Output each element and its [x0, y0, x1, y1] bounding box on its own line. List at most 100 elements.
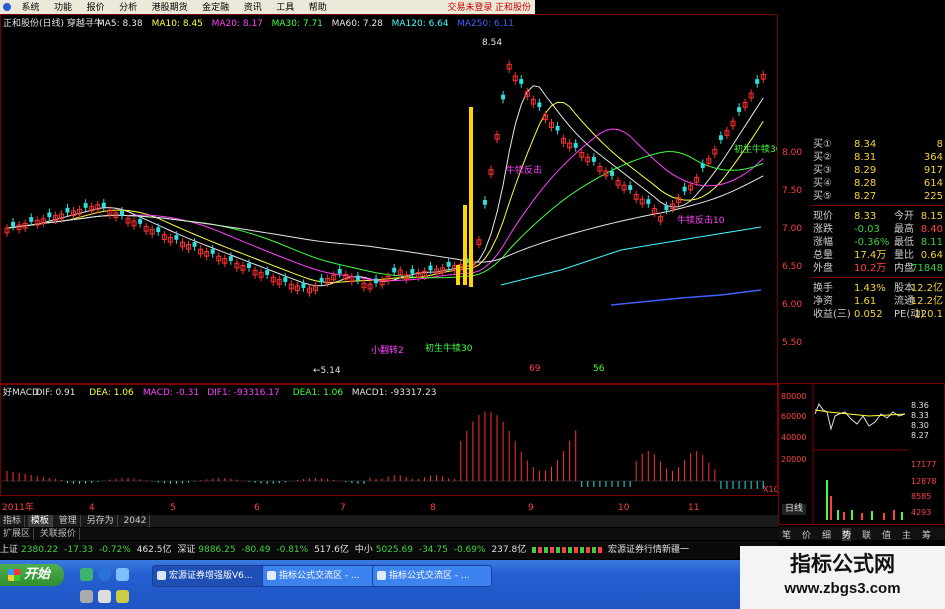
price-tick: 5.50 [782, 338, 802, 348]
menu-item-hk-futures[interactable]: 港股期货 [146, 0, 194, 14]
macd-legend-item: DIF1: -93316.17 [207, 388, 280, 398]
annotation-calf-counter: 牛犊反击 [506, 164, 542, 176]
start-button[interactable]: 开始 [0, 564, 64, 586]
tab-manage[interactable]: 管理 [56, 515, 81, 527]
macd-legend-item: 好MACD [3, 386, 39, 398]
date-tick: 5 [170, 503, 176, 513]
stat-row-net-assets: 净资 1.61 流通 12.2亿 [813, 296, 943, 307]
intraday-right-tick: 8.36 [911, 401, 929, 410]
date-tick: 4 [89, 503, 95, 513]
intraday-chart[interactable]: 80000 60000 40000 20000 8.36 8.33 8.30 8… [779, 384, 944, 524]
sz-index-amount: 517.6亿 [314, 545, 349, 555]
sh-index-amount: 462.5亿 [136, 545, 172, 555]
date-tick: 8 [430, 503, 436, 513]
taskbar-item-forum-2[interactable]: 指标公式交流区 - ... [372, 565, 492, 587]
quicklaunch-icon-5[interactable] [98, 590, 111, 603]
tab-indicator[interactable]: 指标 [0, 515, 26, 527]
sh-index-change: -17.33 [64, 545, 94, 555]
windows-logo-icon [8, 569, 20, 581]
menu-item-analysis[interactable]: 分析 [113, 0, 143, 14]
price-tick: 6.00 [782, 300, 802, 310]
ma-legend-item: MA60: 7.28 [332, 19, 384, 29]
tab-extension-area[interactable]: 扩展区 [0, 528, 35, 540]
price-axis: 8.00 7.50 7.00 6.50 6.00 5.50 [782, 148, 802, 348]
menu-item-help[interactable]: 帮助 [303, 0, 333, 14]
bid-row-1: 买① 8.34 8 [813, 139, 943, 150]
quicklaunch-icon-6[interactable] [116, 590, 129, 603]
intraday-left-tick: 20000 [781, 455, 806, 464]
sme-index-amount: 237.8亿 [491, 545, 527, 555]
price-tick: 6.50 [782, 262, 802, 272]
index-status-bar: 上证 2380.22 -17.33 -0.72% 462.5亿 深证 9886.25… [0, 541, 778, 559]
date-tick: 2011年 [2, 501, 34, 513]
menu-item-function[interactable]: 功能 [48, 0, 78, 14]
high-price-marker: 8.54 [482, 38, 502, 48]
taskbar-item-forum-1[interactable]: 指标公式交流区 - ... [262, 565, 382, 587]
tab-trend[interactable]: 势 [842, 528, 852, 541]
intraday-right-tick: 8.27 [911, 431, 929, 440]
login-status[interactable]: 交易未登录 正和股份 [447, 0, 531, 13]
tab-ticks[interactable]: 笔 [782, 528, 791, 541]
watermark-title: 指标公式网 [790, 552, 895, 576]
intraday-vol-tick: 12878 [911, 477, 936, 486]
news-ticker[interactable]: 宏源证券行情新疆一 [608, 545, 689, 555]
intraday-right-tick: 8.33 [911, 411, 929, 420]
ma-legend-item: MA10: 8.45 [152, 19, 203, 29]
date-tick: 6 [254, 503, 260, 513]
macd-legend-item: MACD1: -93317.23 [352, 388, 437, 398]
date-tick: 7 [340, 503, 346, 513]
tab-save-as[interactable]: 另存为 [84, 515, 118, 527]
stat-row-outer: 外盘 10.2万 内盘 71848 [813, 263, 943, 274]
quicklaunch-icon-4[interactable] [80, 590, 93, 603]
macd-histogram [6, 411, 764, 489]
intraday-left-tick: 40000 [781, 433, 806, 442]
bar-count-69: 69 [529, 364, 541, 374]
indicator-tabs: 指标 模板 管理 另存为 2042 [0, 515, 778, 527]
menu-item-quote[interactable]: 报价 [81, 0, 111, 14]
bid-row-5: 买⑤ 8.27 225 [813, 191, 943, 202]
tab-related-quotes[interactable]: 关联报价 [37, 528, 80, 540]
stat-row-eps: 收益(三) 0.052 PE(动) 120.1 [813, 309, 943, 320]
ma-legend-item: MA20: 8.17 [212, 19, 263, 29]
macd-legend-item: DIF: 0.91 [36, 388, 76, 398]
kline-chart[interactable]: 正和股份(日线) 穿越寻牛 MA5: 8.38 MA10: 8.45 MA20: 8… [1, 15, 782, 383]
date-tick: 11 [688, 503, 699, 513]
price-tick: 7.00 [782, 224, 802, 234]
period-tab-daily[interactable]: 日线 [782, 504, 806, 515]
candlesticks [4, 60, 766, 297]
macd-panel[interactable]: 好MACD DIF: 0.91 DEA: 1.06 MACD: -0.31 DIF1: … [0, 384, 779, 496]
intraday-volume-bars [826, 480, 903, 520]
menu-item-system[interactable]: 系统 [16, 0, 46, 14]
intraday-vol-tick: 8585 [911, 492, 931, 501]
quicklaunch-icon-3[interactable] [116, 568, 129, 581]
intraday-right-tick: 8.30 [911, 421, 929, 430]
tab-value[interactable]: 值 [882, 528, 891, 541]
kline-chart-panel[interactable]: 正和股份(日线) 穿越寻牛 MA5: 8.38 MA10: 8.45 MA20: 8… [0, 14, 782, 384]
intraday-vol-tick: 17177 [911, 460, 936, 469]
extension-tabs: 扩展区 关联报价 [0, 528, 778, 540]
tab-main[interactable]: 主 [902, 528, 911, 541]
menu-item-news[interactable]: 资讯 [238, 0, 268, 14]
menu-item-tools[interactable]: 工具 [270, 0, 300, 14]
bar-count-56: 56 [593, 364, 605, 374]
tab-2042[interactable]: 2042 [121, 515, 151, 527]
annotation-newborn-calf-2: 初生牛犊30 [425, 342, 473, 354]
sme-index-pct: -0.69% [453, 545, 486, 555]
taskbar-item-trading-app[interactable]: 宏源证券增强版V6... [152, 565, 272, 587]
quicklaunch-ie-icon[interactable] [98, 568, 111, 581]
macd-scale-label: X10 [763, 485, 777, 494]
quicklaunch-icon-1[interactable] [80, 568, 93, 581]
tab-price[interactable]: 价 [802, 528, 811, 541]
tab-link[interactable]: 联 [862, 528, 871, 541]
sme-index-label: 中小 [354, 545, 373, 555]
moving-average-lines [6, 85, 764, 306]
tab-detail[interactable]: 细 [822, 528, 831, 541]
system-icon[interactable] [3, 3, 11, 11]
macd-chart[interactable]: 好MACDDIF: 0.91 DEA: 1.06 MACD: -0.31 DIF1: … [1, 385, 779, 495]
intraday-price-line [814, 402, 906, 431]
tab-template[interactable]: 模板 [27, 515, 53, 527]
tab-chips[interactable]: 筹 [922, 528, 931, 541]
macd-legend: 好MACDDIF: 0.91 DEA: 1.06 MACD: -0.31 DIF1: … [3, 386, 436, 398]
menu-item-finance[interactable]: 金定融 [196, 0, 235, 14]
bid-row-3: 买③ 8.29 917 [813, 165, 943, 176]
